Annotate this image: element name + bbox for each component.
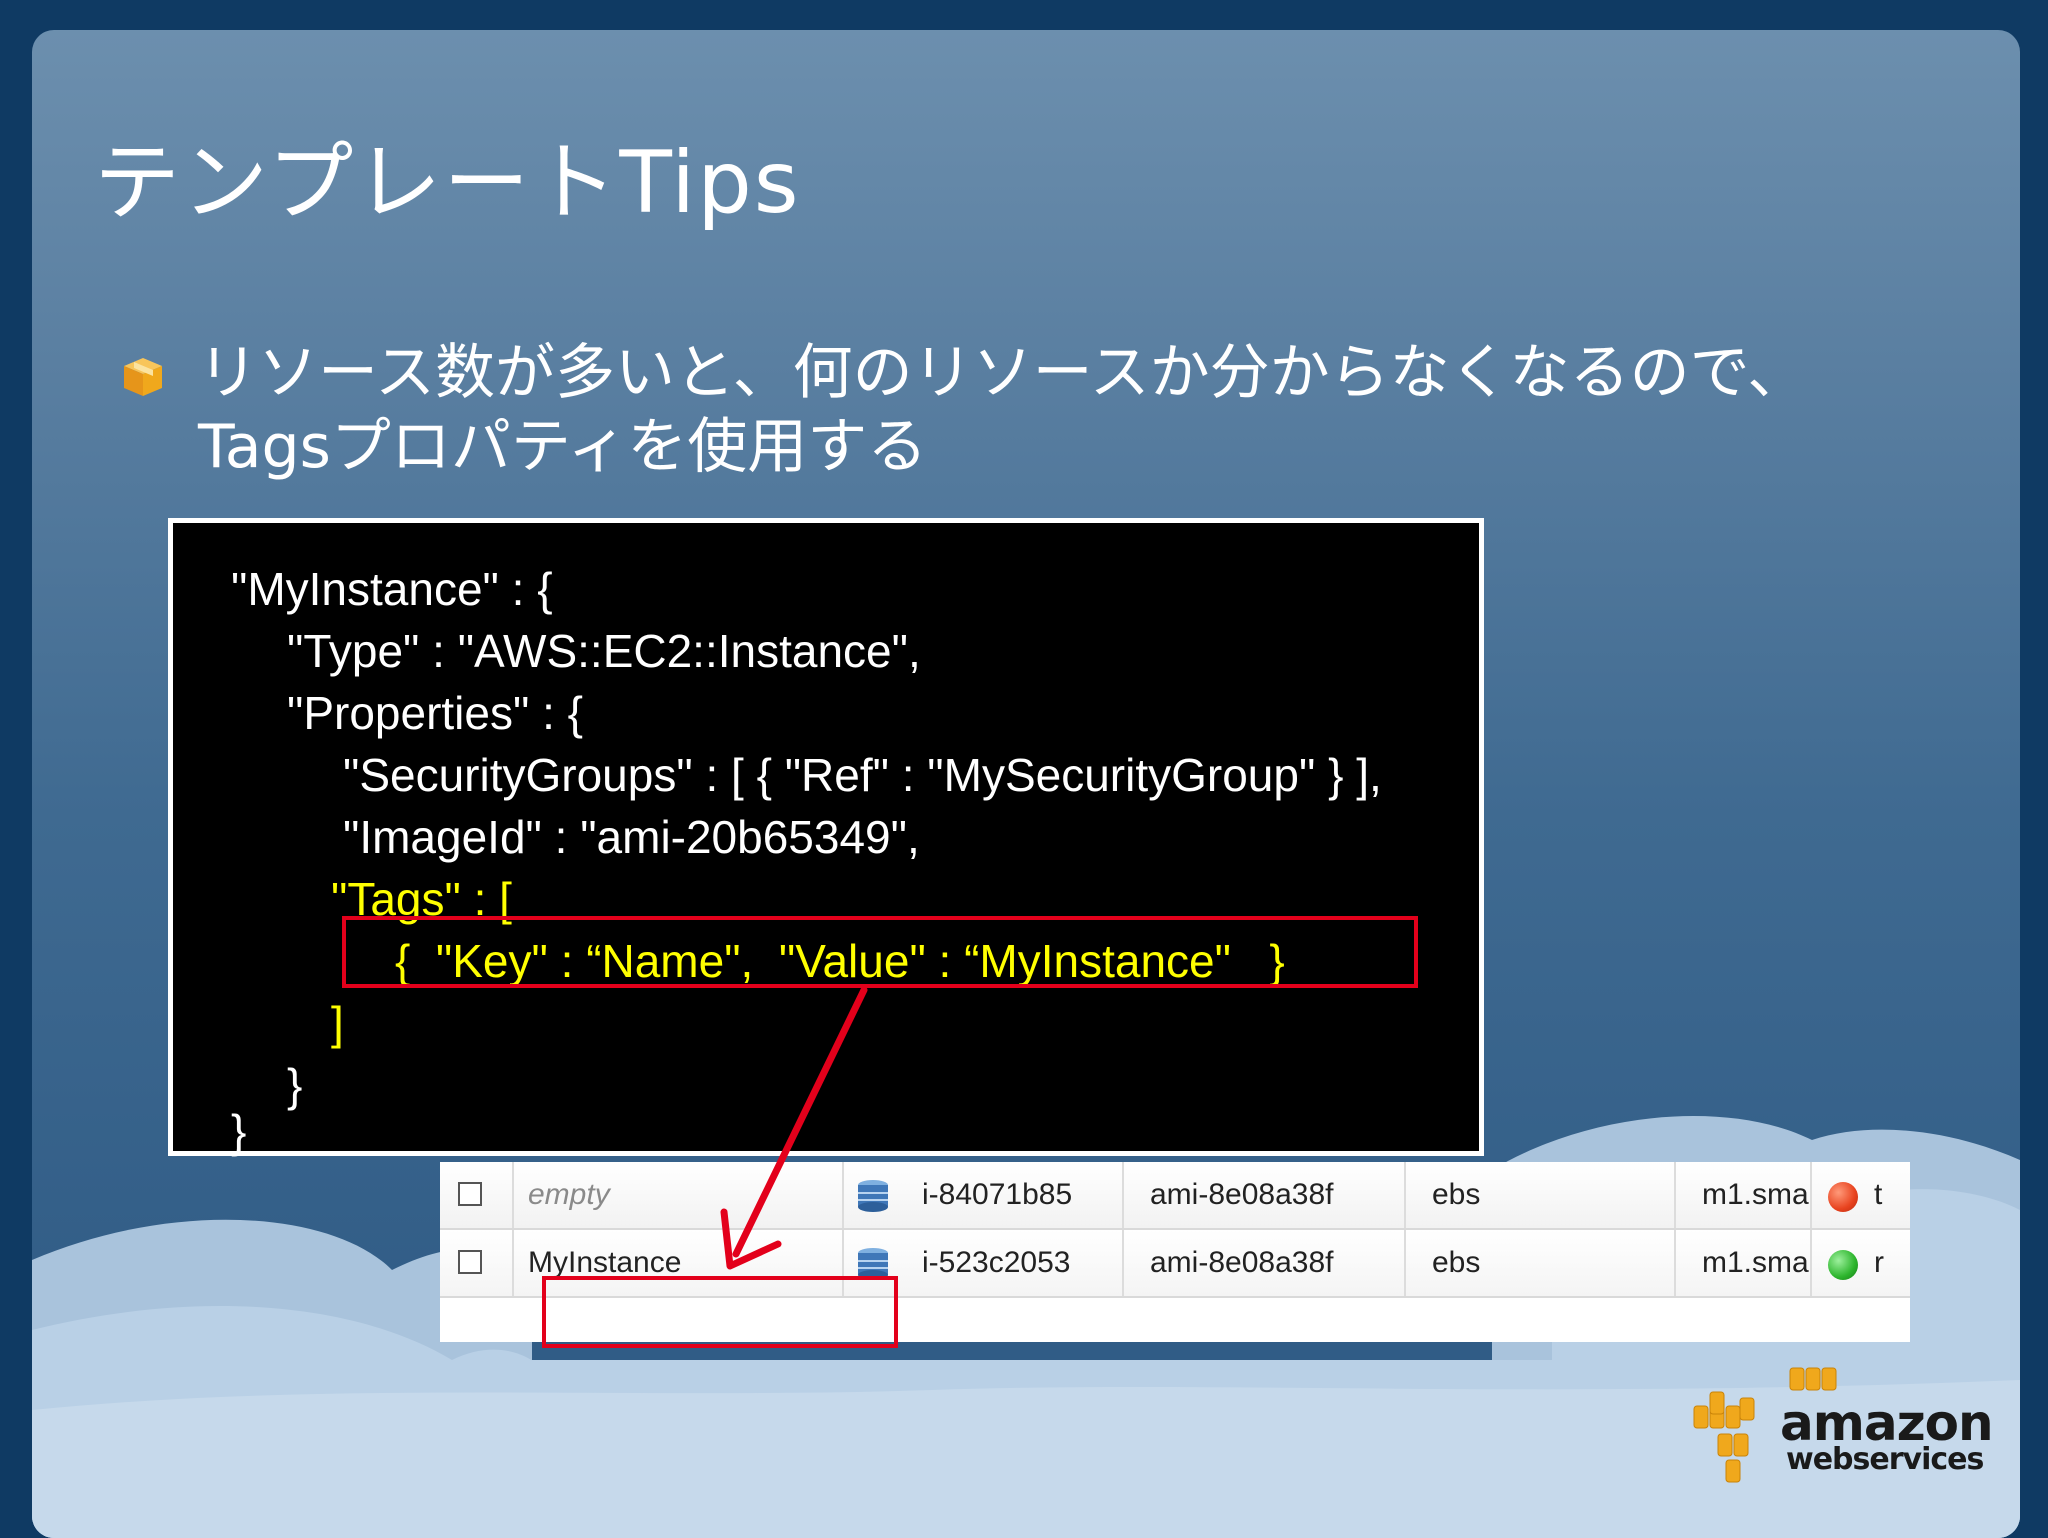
state-text: t <box>1874 1178 1883 1211</box>
code-line: ] <box>331 997 344 1049</box>
cell-root-device: ebs <box>1404 1162 1674 1228</box>
database-icon <box>858 1180 888 1212</box>
cell-type: m1.sma <box>1674 1162 1810 1228</box>
box-icon <box>124 358 162 396</box>
name-highlight-box <box>542 1276 898 1348</box>
code-line: "ImageId" : "ami-20b65349", <box>343 811 920 863</box>
cell-state: t <box>1810 1162 1910 1228</box>
cell-ami: ami-8e08a38f <box>1122 1230 1404 1296</box>
aws-logo-subtitle: webservices <box>1786 1442 1984 1477</box>
cell-ami: ami-8e08a38f <box>1122 1162 1404 1228</box>
name-text: empty <box>528 1178 610 1211</box>
code-line: "SecurityGroups" : [ { "Ref" : "MySecuri… <box>343 749 1382 801</box>
code-block: "MyInstance" : { "Type" : "AWS::EC2::Ins… <box>168 518 1484 1157</box>
status-running-icon <box>1828 1250 1858 1280</box>
code-line: } <box>231 1105 247 1157</box>
code-line: "Type" : "AWS::EC2::Instance", <box>287 625 921 677</box>
slide-title: テンプレートTips <box>94 133 801 233</box>
cell-type: m1.sma <box>1674 1230 1810 1296</box>
table-row[interactable]: empty i-84071b85 ami-8e08a38f ebs m1.sma… <box>440 1162 1910 1230</box>
bullet-text: リソース数が多いと、何のリソースか分からなくなるので、Tagsプロパティを使用す… <box>198 338 1808 482</box>
code-line: } <box>287 1059 303 1111</box>
instance-id-text: i-523c2053 <box>922 1246 1071 1279</box>
status-stopped-icon <box>1828 1182 1858 1212</box>
instance-id-text: i-84071b85 <box>922 1178 1073 1211</box>
cell-state: r <box>1810 1230 1910 1296</box>
row-checkbox[interactable] <box>458 1182 482 1206</box>
code-line: "Properties" : { <box>287 687 584 739</box>
cell-instance-id: i-84071b85 <box>842 1162 1122 1228</box>
cell-root-device: ebs <box>1404 1230 1674 1296</box>
cell-name: empty <box>512 1162 842 1228</box>
state-text: r <box>1874 1246 1884 1279</box>
row-checkbox[interactable] <box>458 1250 482 1274</box>
code-line: "MyInstance" : { <box>231 563 553 615</box>
tag-highlight-box <box>342 916 1418 988</box>
